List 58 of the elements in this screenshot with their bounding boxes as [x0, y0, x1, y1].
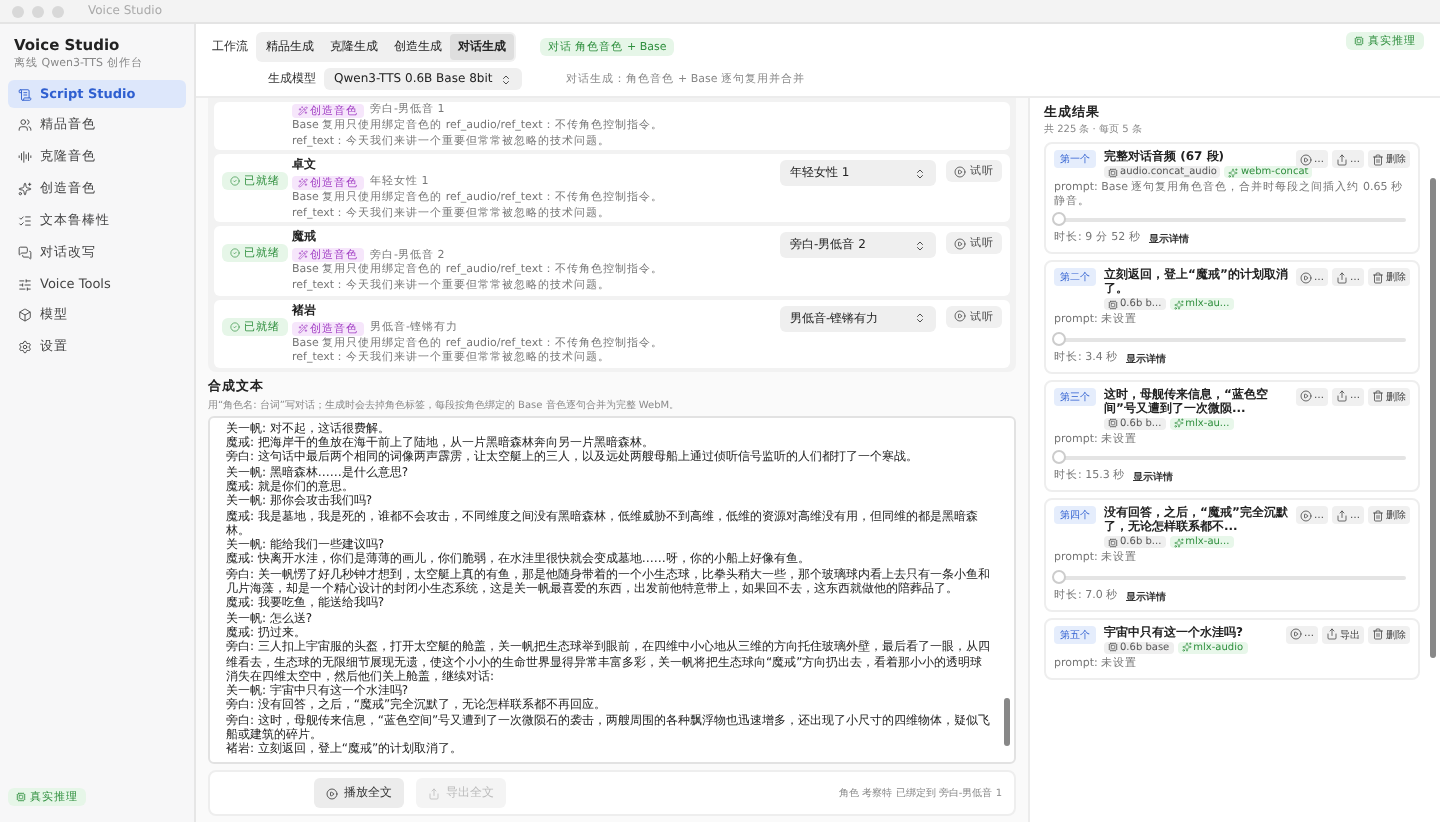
trash-icon [1372, 153, 1384, 165]
window-zoom-dot[interactable] [52, 5, 64, 17]
play-icon [954, 237, 966, 250]
nav-icon [18, 182, 32, 196]
script-text-field[interactable] [208, 415, 1016, 764]
check-icon [230, 321, 240, 332]
share-icon [1326, 628, 1338, 641]
chip-icon [1108, 167, 1118, 177]
share-icon [428, 787, 440, 799]
play-icon [1300, 153, 1312, 165]
wand-icon [298, 250, 308, 261]
nav-icon [18, 246, 32, 260]
nav-icon [18, 150, 32, 164]
sparkle-icon [1173, 537, 1184, 548]
slider-thumb[interactable] [1052, 569, 1066, 584]
check-icon [230, 248, 240, 259]
chip-icon [1108, 642, 1118, 653]
nav-icon [18, 87, 32, 101]
nav-icon [18, 308, 32, 322]
share-icon [1336, 509, 1348, 522]
chip-icon [1108, 418, 1118, 429]
trash-icon [1372, 390, 1384, 403]
play-icon [1290, 628, 1302, 641]
share-icon [1336, 390, 1348, 403]
sparkle-icon [1173, 299, 1184, 310]
nav-icon [18, 340, 32, 354]
check-icon [230, 176, 240, 187]
play-icon [1300, 271, 1312, 284]
nav-icon [18, 118, 32, 132]
wand-icon [298, 178, 308, 189]
trash-icon [1372, 628, 1384, 641]
nav-icon [18, 214, 32, 228]
sparkle-icon [1228, 167, 1239, 177]
wand-icon [298, 106, 308, 116]
play-icon [326, 787, 338, 799]
sparkle-icon [1173, 418, 1184, 429]
chip-icon [1108, 299, 1118, 310]
nav-icon [18, 277, 32, 291]
play-icon [1300, 390, 1312, 403]
slider-thumb[interactable] [1052, 212, 1066, 227]
share-icon [1336, 153, 1348, 165]
trash-icon [1372, 509, 1384, 522]
scrollbar-thumb[interactable] [1430, 178, 1436, 658]
play-icon [1300, 509, 1312, 522]
slider-thumb[interactable] [1052, 450, 1066, 465]
scrollbar-thumb[interactable] [1004, 698, 1010, 746]
chip-icon [1354, 36, 1364, 46]
window-minimize-dot[interactable] [32, 5, 44, 17]
play-icon [954, 165, 966, 178]
play-icon [954, 310, 966, 323]
sparkle-icon [1181, 642, 1192, 653]
chip-icon [1108, 537, 1118, 548]
window-close-dot[interactable] [12, 5, 24, 17]
share-icon [1336, 271, 1348, 284]
chip-icon [16, 792, 26, 802]
slider-thumb[interactable] [1052, 331, 1066, 346]
trash-icon [1372, 271, 1384, 284]
wand-icon [298, 323, 308, 334]
